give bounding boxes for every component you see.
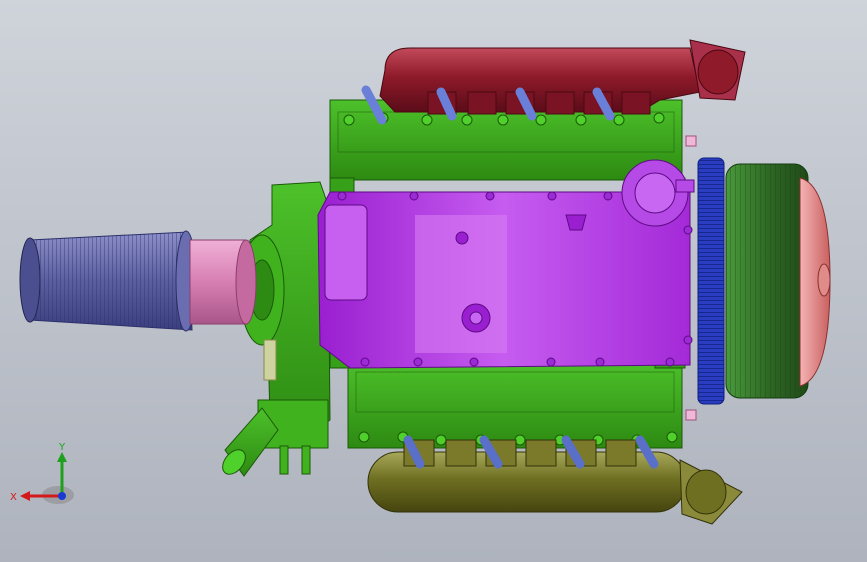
y-axis-label: Y: [58, 442, 66, 453]
cad-3d-viewport[interactable]: Y X: [0, 0, 867, 562]
z-axis-dot-icon: [58, 492, 66, 500]
orientation-triad: Y X: [10, 442, 74, 504]
x-axis-label: X: [10, 492, 17, 503]
x-axis-arrow-icon: [20, 491, 30, 501]
oil-pan[interactable]: [317, 159, 693, 369]
timing-cover[interactable]: [239, 181, 331, 449]
flywheel[interactable]: [685, 135, 725, 421]
lower-exhaust-manifold[interactable]: [367, 439, 743, 525]
upper-exhaust-manifold[interactable]: [379, 39, 746, 115]
clutch-housing[interactable]: [725, 163, 809, 399]
engine-assembly-model[interactable]: [0, 0, 867, 562]
y-axis-arrow-icon: [57, 452, 67, 462]
bellhousing-flange[interactable]: [799, 177, 831, 387]
intake-adapter[interactable]: [189, 239, 257, 325]
air-filter[interactable]: [19, 230, 197, 332]
oil-filler[interactable]: [675, 179, 695, 193]
